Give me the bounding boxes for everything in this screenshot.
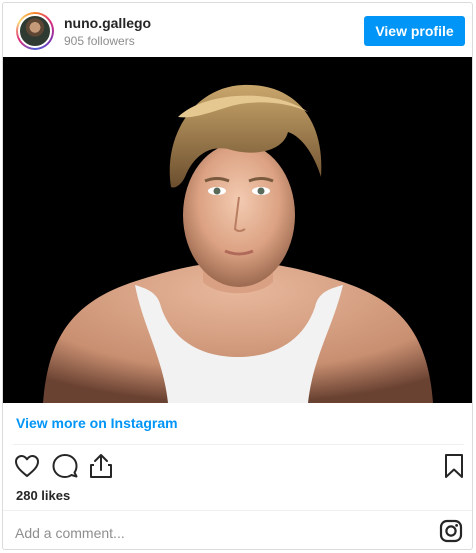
avatar-image xyxy=(18,14,52,48)
divider xyxy=(13,444,464,445)
comment-icon[interactable] xyxy=(51,452,79,480)
post-image[interactable] xyxy=(3,57,472,403)
view-more-link[interactable]: View more on Instagram xyxy=(16,415,178,431)
instagram-embed-card: nuno.gallego 905 followers View profile xyxy=(2,2,473,550)
view-profile-button[interactable]: View profile xyxy=(364,16,465,46)
share-icon[interactable] xyxy=(87,452,115,480)
username[interactable]: nuno.gallego xyxy=(64,15,151,31)
post-header: nuno.gallego 905 followers View profile xyxy=(3,3,472,57)
bookmark-icon[interactable] xyxy=(440,452,468,480)
instagram-icon[interactable] xyxy=(439,519,463,543)
comment-input[interactable] xyxy=(15,523,425,543)
follower-count: 905 followers xyxy=(64,34,135,48)
avatar[interactable] xyxy=(16,12,54,50)
divider xyxy=(3,510,472,511)
heart-icon[interactable] xyxy=(13,452,41,480)
portrait-photo xyxy=(3,57,472,403)
like-count: 280 likes xyxy=(16,488,71,503)
